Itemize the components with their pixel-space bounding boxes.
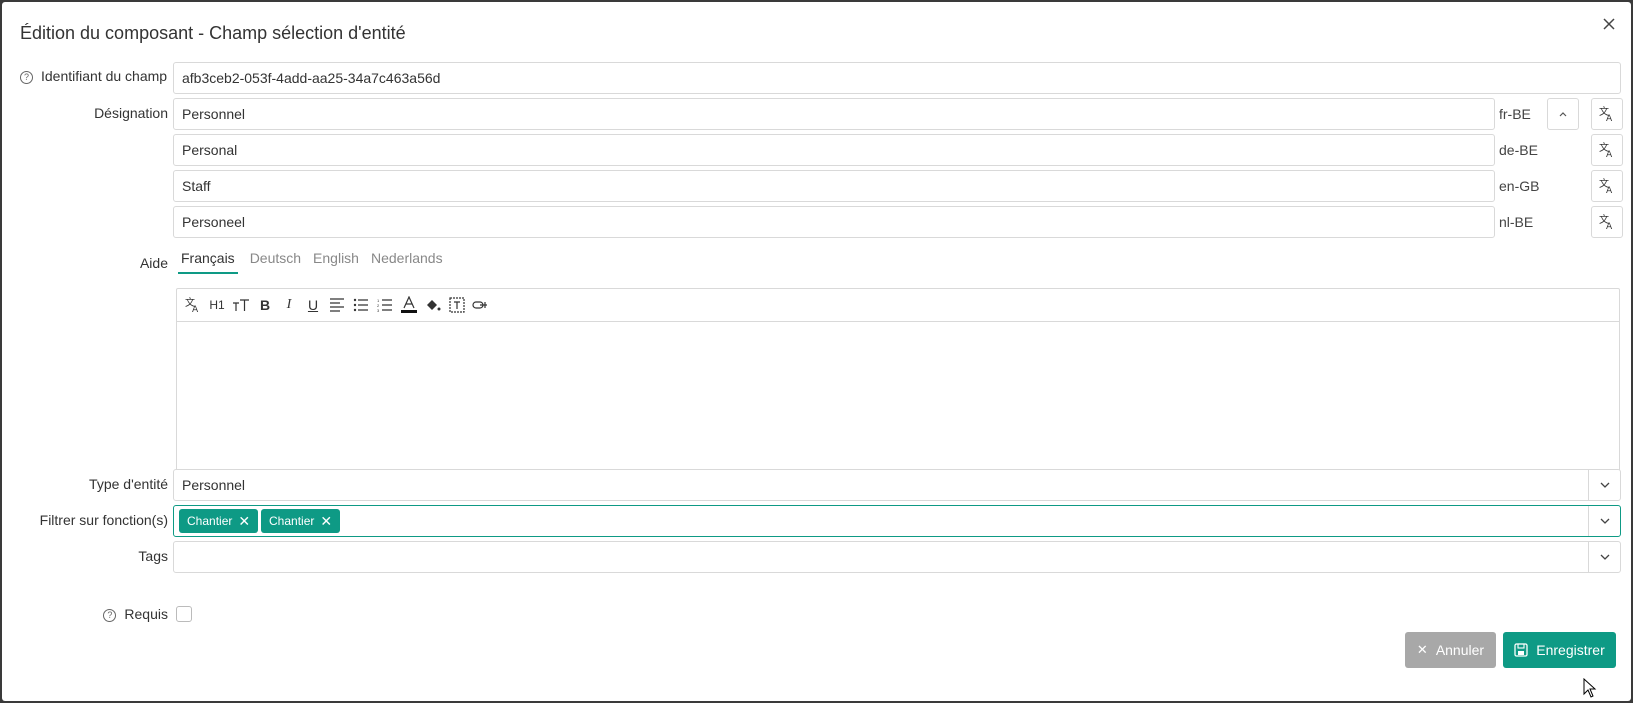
chip-label: Chantier	[269, 514, 315, 528]
svg-text:A: A	[1606, 222, 1613, 231]
lang-code-de: de-BE	[1499, 142, 1538, 158]
chevron-down-icon[interactable]	[1588, 506, 1620, 536]
svg-text:A: A	[1606, 114, 1613, 123]
translate-icon: 文A	[1599, 105, 1613, 123]
chevron-down-icon[interactable]	[1588, 542, 1620, 572]
italic-icon[interactable]: I	[279, 294, 299, 316]
edit-component-dialog: Édition du composant - Champ sélection d…	[2, 2, 1631, 701]
svg-text:A: A	[1606, 150, 1613, 159]
chip-label: Chantier	[187, 514, 233, 528]
entity-type-select[interactable]: Personnel	[173, 469, 1621, 501]
tags-select[interactable]	[173, 541, 1621, 573]
fill-color-icon[interactable]	[423, 294, 443, 316]
bold-icon[interactable]: B	[255, 294, 275, 316]
filter-functions-select[interactable]: Chantier ✕ Chantier ✕	[173, 505, 1621, 537]
underline-icon[interactable]: U	[303, 294, 323, 316]
designation-field-de[interactable]: Personal	[173, 134, 1495, 166]
font-size-icon[interactable]	[231, 294, 251, 316]
mouse-cursor-icon	[1583, 678, 1597, 698]
numbered-list-icon[interactable]: 123	[375, 294, 395, 316]
cancel-button-label: Annuler	[1435, 642, 1485, 658]
tab-nederlands[interactable]: Nederlands	[371, 250, 443, 272]
required-checkbox[interactable]	[176, 606, 192, 622]
identifier-label: ? Identifiant du champ	[20, 68, 167, 84]
filter-chip: Chantier ✕	[261, 509, 341, 533]
chevron-up-icon	[1559, 112, 1567, 117]
tab-deutsch[interactable]: Deutsch	[250, 250, 301, 272]
save-icon	[1514, 643, 1528, 657]
required-label-text: Requis	[124, 606, 168, 622]
help-icon[interactable]: ?	[103, 609, 117, 622]
aide-language-tabs: Français Deutsch English Nederlands	[178, 250, 455, 278]
link-icon[interactable]	[471, 294, 491, 316]
svg-text:A: A	[1606, 186, 1613, 195]
tab-english[interactable]: English	[313, 250, 359, 272]
align-icon[interactable]	[327, 294, 347, 316]
translate-button-fr[interactable]: 文A	[1591, 98, 1623, 130]
remove-chip-icon[interactable]: ✕	[238, 509, 250, 533]
identifier-label-text: Identifiant du champ	[41, 68, 168, 84]
lang-code-en: en-GB	[1499, 178, 1540, 194]
designation-field-nl[interactable]: Personeel	[173, 206, 1495, 238]
translate-icon: 文A	[1599, 213, 1613, 231]
entity-type-label: Type d'entité	[89, 476, 168, 492]
remove-chip-icon[interactable]: ✕	[320, 509, 332, 533]
translate-icon: 文A	[1599, 177, 1613, 195]
designation-field-en[interactable]: Staff	[173, 170, 1495, 202]
lang-code-fr: fr-BE	[1499, 106, 1531, 122]
chevron-down-icon[interactable]	[1588, 470, 1620, 500]
heading-icon[interactable]: H1	[207, 294, 227, 316]
cancel-button[interactable]: ✕ Annuler	[1405, 632, 1496, 668]
translate-icon: 文A	[1599, 141, 1613, 159]
filter-label: Filtrer sur fonction(s)	[39, 512, 168, 528]
save-button[interactable]: Enregistrer	[1503, 632, 1616, 668]
bullet-list-icon[interactable]	[351, 294, 371, 316]
identifier-field[interactable]: afb3ceb2-053f-4add-aa25-34a7c463a56d	[173, 62, 1621, 94]
close-icon: ✕	[1416, 642, 1428, 657]
svg-text:A: A	[192, 305, 199, 314]
translate-icon[interactable]: 文A	[183, 294, 203, 316]
entity-type-value: Personnel	[182, 477, 246, 493]
designation-field-fr[interactable]: Personnel	[173, 98, 1495, 130]
tags-label: Tags	[138, 548, 168, 564]
tab-francais[interactable]: Français	[178, 250, 238, 274]
designation-label: Désignation	[94, 105, 168, 121]
translate-button-de[interactable]: 文A	[1591, 134, 1623, 166]
rich-text-editor: 文A H1 B I U 123	[176, 288, 1620, 482]
svg-text:3: 3	[377, 308, 380, 312]
required-label: ? Requis	[103, 606, 168, 622]
filter-chip: Chantier ✕	[179, 509, 259, 533]
aide-label: Aide	[139, 255, 168, 271]
lang-code-nl: nl-BE	[1499, 214, 1534, 230]
translate-button-nl[interactable]: 文A	[1591, 206, 1623, 238]
collapse-button[interactable]	[1547, 98, 1579, 130]
text-color-icon[interactable]	[399, 294, 419, 316]
editor-content-area[interactable]	[177, 322, 1619, 482]
save-button-label: Enregistrer	[1536, 642, 1605, 658]
dialog-title: Édition du composant - Champ sélection d…	[20, 23, 406, 43]
editor-toolbar: 文A H1 B I U 123	[177, 289, 1619, 322]
translate-button-en[interactable]: 文A	[1591, 170, 1623, 202]
help-icon[interactable]: ?	[20, 71, 33, 84]
close-icon[interactable]	[1599, 14, 1619, 34]
text-box-icon[interactable]	[447, 294, 467, 316]
